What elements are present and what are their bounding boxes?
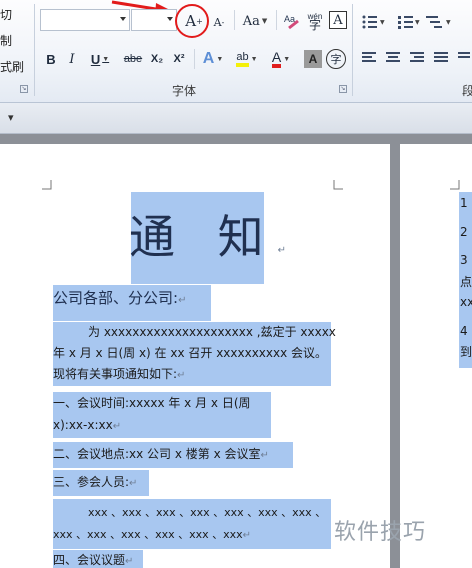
clear-format-icon[interactable]: Aa [282,10,302,32]
attendees-line: xxx 、xxx 、xxx 、xxx 、xxx 、xxx↵ [53,528,252,541]
item1-line: 一、会议时间:xxxxx 年 x 月 x 日(周 [53,396,251,410]
chevron-down-icon: ▼ [250,55,258,63]
paragraph-group-icons: ▼ ▼ ▼ [362,15,470,62]
font-color-button[interactable]: A ▼ [266,48,296,70]
shrink-font-button[interactable]: A- [209,11,229,33]
page2-line: 4 [460,324,468,338]
font-name-combo[interactable] [40,9,130,31]
body-line: 为 xxxxxxxxxxxxxxxxxxxxx ,兹定于 xxxxx [88,325,336,339]
chevron-down-icon: ▼ [283,55,291,63]
bold-button[interactable]: B [42,48,60,70]
text-effect-button[interactable]: A ▼ [199,48,227,70]
page2-line: 到 [460,345,472,359]
format-painter-button[interactable]: 式刷 [0,58,24,75]
underline-button[interactable]: U ▼ [86,48,114,70]
annotation-circle [175,4,209,38]
page2-line: 2 [460,225,468,239]
phonetic-guide-button[interactable]: wén 字 [304,10,326,32]
font-launcher-icon[interactable]: ↘ [339,85,347,93]
page2-line: 3 [460,253,468,267]
italic-button[interactable]: I [63,48,81,70]
chevron-down-icon: ▼ [261,17,268,25]
crop-mark-icon [333,180,343,190]
font-size-combo[interactable] [131,9,177,31]
item2: 二、会议地点:xx 公司 x 楼第 x 会议室↵ [53,447,269,461]
group-divider [352,4,353,96]
page2-line: xx [460,295,472,309]
character-shading-button[interactable]: A [304,50,322,68]
ruler-bar: ▾ [0,103,472,134]
cut-button[interactable]: 切 [0,6,12,23]
character-border-button[interactable]: A [329,11,347,29]
svg-text:▼: ▼ [380,19,385,26]
superscript-button[interactable]: X² [170,48,188,70]
crop-mark-icon [450,180,460,190]
separator [276,10,277,30]
svg-text:▼: ▼ [446,19,451,26]
watermark: 软件技巧 [334,520,427,545]
group-divider [34,4,35,96]
document-page-next[interactable]: 1 2 3 点 xx 4 到 [400,144,472,568]
font-group-label: 字体 [172,84,197,98]
paragraph-group-label: 段 [462,84,472,98]
paragraph-mark-icon: ↵ [277,245,301,256]
change-case-button[interactable]: Aa ▼ [240,10,270,32]
item1-line: x):xx-x:xx↵ [53,418,122,432]
body-line: 现将有关事项通知如下:↵ [53,367,186,381]
clipboard-launcher-icon[interactable]: ↘ [20,85,28,93]
svg-text:▼: ▼ [415,19,420,26]
page2-line: 1 [460,196,468,210]
ribbon: 切 制 式刷 ↘ A + A- Aa ▼ Aa wén 字 A B I U ▼ abe … [0,0,472,103]
chevron-down-icon: ▼ [216,55,224,63]
salutation: 公司各部、分公司:↵ [53,289,187,307]
chevron-down-icon [120,17,126,21]
copy-button[interactable]: 制 [0,32,12,49]
subscript-button[interactable]: X₂ [148,48,166,70]
item3: 三、参会人员:↵ [53,475,138,489]
item4: 四、会议议题↵ [53,553,134,567]
separator [194,49,195,69]
quick-access-dropdown-icon[interactable]: ▾ [8,111,14,124]
separator [234,10,235,30]
body-line: 年 x 月 x 日(周 x) 在 xx 召开 xxxxxxxxxx 会议。 [53,346,328,360]
chevron-down-icon [167,17,173,21]
strikethrough-button[interactable]: abe [120,48,146,70]
crop-mark-icon [42,180,52,190]
highlight-button[interactable]: ab ▼ [231,48,263,70]
attendees-line: xxx 、xxx 、xxx 、xxx 、xxx 、xxx 、xxx 、 [88,506,327,519]
svg-text:Aa: Aa [284,14,295,24]
chevron-down-icon: ▼ [102,55,110,63]
notice-title: 通 知↵ [129,210,301,264]
page2-line: 点 [460,275,472,289]
enclose-characters-button[interactable]: 字 [326,49,346,69]
